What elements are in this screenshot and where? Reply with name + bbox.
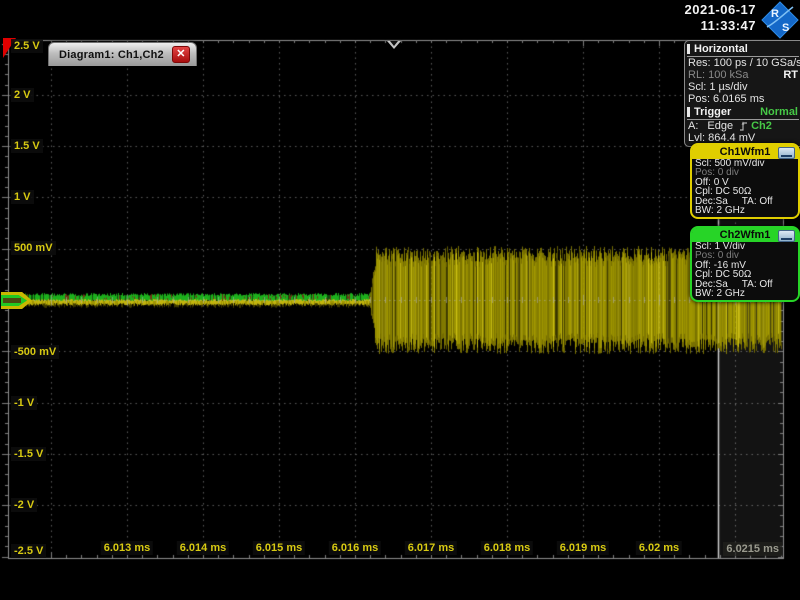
y-axis-label: -500 mV xyxy=(11,345,60,359)
minimize-icon[interactable] xyxy=(778,147,795,159)
x-axis-label: 6.015 ms xyxy=(252,541,306,555)
horizontal-trigger-panel[interactable]: Horizontal Res: 100 ps / 10 GSa/s RL: 10… xyxy=(684,40,800,147)
ch1-name: Ch1Wfm1 xyxy=(719,146,771,158)
y-axis-label: -1 V xyxy=(11,396,38,410)
date-label: 2021-06-17 xyxy=(684,2,756,17)
close-icon[interactable]: ✕ xyxy=(171,46,190,63)
rising-edge-icon xyxy=(740,121,748,131)
y-axis-label: 1.5 V xyxy=(11,139,43,153)
x-axis-label: 6.017 ms xyxy=(404,541,458,555)
y-axis-label: -2.5 V xyxy=(11,544,47,558)
ch2-trace-arithmetic: TA: Off xyxy=(741,278,773,290)
hscale-row: Scl: 1 µs/div xyxy=(687,81,799,93)
horizontal-section-header[interactable]: Horizontal xyxy=(687,42,799,57)
oscilloscope-display: 2.5 V 2 V 1.5 V 1 V 500 mV -500 mV -1 V … xyxy=(0,0,800,600)
x-axis-label: 6.016 ms xyxy=(328,541,382,555)
record-length-row: RL: 100 kSa RT xyxy=(687,69,799,81)
trigger-a-label: A: xyxy=(688,120,699,132)
y-axis-label: 2 V xyxy=(11,88,34,102)
acquisition-mode-badge: RT xyxy=(783,69,798,81)
y-axis-label: 500 mV xyxy=(11,241,56,255)
hposition-row: Pos: 6.0165 ms xyxy=(687,93,799,105)
trigger-title: Trigger xyxy=(694,106,732,118)
resolution-row: Res: 100 ps / 10 GSa/s xyxy=(687,57,800,69)
horizontal-title: Horizontal xyxy=(694,43,748,55)
hscale-label: Scl: xyxy=(688,81,707,93)
y-axis-label: -2 V xyxy=(11,498,38,512)
x-axis-label: 6.014 ms xyxy=(176,541,230,555)
svg-text:S: S xyxy=(782,22,789,34)
ch1-trace-arithmetic: TA: Off xyxy=(741,195,773,207)
rl-label: RL: xyxy=(688,69,706,81)
rl-value: 100 kSa xyxy=(708,69,749,81)
x-axis-label: 6.013 ms xyxy=(100,541,154,555)
section-accent-bar xyxy=(687,44,690,54)
ch2-header[interactable]: Ch2Wfm1 xyxy=(692,228,798,242)
channel-arrow-core xyxy=(3,298,21,303)
y-axis-label: 2.5 V xyxy=(11,39,43,53)
section-accent-bar xyxy=(687,107,690,117)
trigger-mode-badge: Normal xyxy=(760,106,798,118)
diagram-tab-label: Diagram1: Ch1,Ch2 xyxy=(59,48,164,61)
ch1-waveform-box[interactable]: Ch1Wfm1 Scl: 500 mV/div Pos: 0 div Off: … xyxy=(690,143,800,220)
hposition-label: Pos: xyxy=(688,93,711,105)
hscale-value: 1 µs/div xyxy=(709,81,748,93)
datetime-display: 2021-06-17 11:33:47 xyxy=(685,2,757,34)
trigger-source-value: Ch2 xyxy=(751,120,772,132)
ch2-bandwidth: BW: 2 GHz xyxy=(695,288,745,300)
ch2-name: Ch2Wfm1 xyxy=(719,229,771,241)
y-axis-label: 1 V xyxy=(11,190,34,204)
res-value: 100 ps / 10 GSa/s xyxy=(713,57,800,69)
x-axis-label: 6.02 ms xyxy=(635,541,683,555)
minimize-icon[interactable] xyxy=(778,230,795,242)
time-label: 11:33:47 xyxy=(700,18,756,33)
x-axis-label: 6.019 ms xyxy=(556,541,610,555)
trigger-section-header[interactable]: Trigger Normal xyxy=(687,105,799,120)
right-edge-time-label: 6.0215 ms xyxy=(723,542,782,556)
graticule-waveform-canvas xyxy=(0,0,800,600)
trigger-position-marker-icon[interactable] xyxy=(387,41,401,49)
svg-text:R: R xyxy=(771,8,779,20)
x-axis-label: 6.018 ms xyxy=(480,541,534,555)
hposition-value: 6.0165 ms xyxy=(713,93,765,105)
res-label: Res: xyxy=(688,57,711,69)
ch2-waveform-box[interactable]: Ch2Wfm1 Scl: 1 V/div Pos: 0 div Off: -16… xyxy=(690,226,800,303)
y-axis-label: -1.5 V xyxy=(11,447,47,461)
rs-logo: R S xyxy=(761,1,799,39)
trigger-source-row: A: Edge Ch2 xyxy=(687,120,799,132)
diagram-tab[interactable]: Diagram1: Ch1,Ch2 ✕ xyxy=(48,42,197,66)
ch1-bandwidth: BW: 2 GHz xyxy=(695,205,745,217)
ch1-header[interactable]: Ch1Wfm1 xyxy=(692,145,798,159)
trigger-type-value: Edge xyxy=(707,120,734,132)
